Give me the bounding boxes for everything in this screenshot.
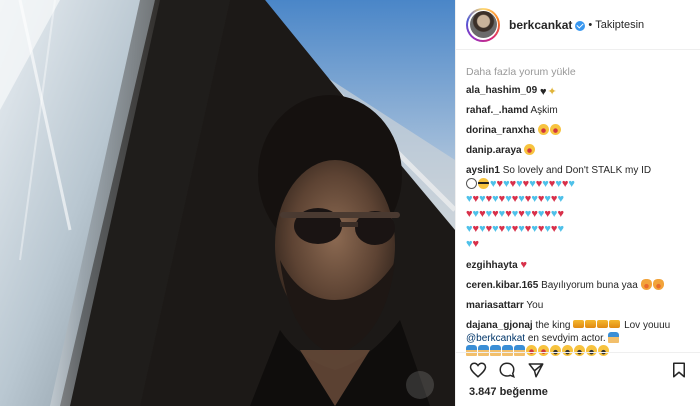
- share-icon[interactable]: [527, 361, 545, 379]
- comment-username[interactable]: mariasattarr: [466, 300, 524, 311]
- post-side-panel: berkcankat • Takiptesin Daha fazla yorum…: [455, 0, 700, 406]
- comments-list: Daha fazla yorum yükle ala_hashim_09 ♥✦ …: [466, 66, 694, 365]
- red-heart-icon: ♥: [520, 259, 527, 271]
- comment-text: You: [526, 300, 544, 311]
- avatar[interactable]: [466, 7, 500, 42]
- comment-username[interactable]: dorina_ranxha: [466, 125, 535, 136]
- black-heart-icon: ♥: [539, 86, 547, 98]
- clock-icon: [466, 178, 477, 189]
- comment: mariasattarr You: [466, 299, 694, 312]
- post-header: berkcankat • Takiptesin: [456, 0, 700, 50]
- comment: danip.araya: [466, 144, 694, 157]
- comment: ceren.kibar.165 Bayılıyorum buna yaa: [466, 279, 694, 292]
- comment-text: So lovely and Don't STALK my ID: [502, 165, 652, 176]
- comment-username[interactable]: ezgihhayta: [466, 260, 518, 271]
- crown-icon: [573, 320, 585, 328]
- crown-icon: [597, 320, 609, 328]
- comment-text: Aşkim: [530, 105, 558, 116]
- load-more-comments-link[interactable]: Daha fazla yorum yükle: [466, 66, 694, 79]
- verified-icon: [575, 20, 586, 31]
- mention-link[interactable]: @berkcankat: [466, 333, 525, 344]
- comment-username[interactable]: rahaf._.hamd: [466, 105, 528, 116]
- comment: dorina_ranxha: [466, 124, 694, 137]
- comment-text: Bayılıyorum buna yaa: [541, 280, 638, 291]
- comment-text: the king: [535, 320, 571, 331]
- cat-face-icon: [640, 279, 652, 290]
- comment-text: en sevdyim actor.: [527, 333, 606, 344]
- post-photo-image: [0, 0, 455, 406]
- post-actions-bar: 3.847 beğenme: [456, 352, 700, 406]
- heart-eyes-icon: [537, 124, 549, 135]
- cat-face-icon: [652, 279, 664, 290]
- comment: ayslin1 So lovely and Don't STALK my ID …: [466, 164, 694, 252]
- crown-icon: [609, 320, 621, 328]
- comment-username[interactable]: ayslin1: [466, 165, 500, 176]
- comment: rahaf._.hamd Aşkim: [466, 104, 694, 117]
- crown-icon: [585, 320, 597, 328]
- post-photo[interactable]: [0, 0, 455, 406]
- comment: ezgihhayta ♥: [466, 259, 694, 272]
- avatar-image: [469, 11, 497, 38]
- follow-status[interactable]: Takiptesin: [595, 19, 644, 31]
- comment: ala_hashim_09 ♥✦: [466, 84, 694, 98]
- raised-hands-icon: [608, 332, 620, 343]
- comment-username[interactable]: ala_hashim_09: [466, 85, 537, 96]
- separator-dot: •: [588, 18, 593, 31]
- bookmark-icon[interactable]: [670, 361, 688, 379]
- sparkle-icon: ✦: [547, 86, 557, 98]
- author-username[interactable]: berkcankat: [509, 18, 572, 32]
- comment-text: Lov youuu: [624, 320, 671, 331]
- comment-username[interactable]: ceren.kibar.165: [466, 280, 538, 291]
- sunglasses-face-icon: [478, 178, 489, 189]
- heart-eyes-icon: [549, 124, 561, 135]
- comment-username[interactable]: dajana_gjonaj: [466, 320, 533, 331]
- comment-username[interactable]: danip.araya: [466, 145, 522, 156]
- comment-icon[interactable]: [498, 361, 516, 379]
- like-count[interactable]: 3.847 beğenme: [469, 386, 548, 398]
- heart-eyes-icon: [524, 144, 536, 155]
- heart-icon[interactable]: [469, 361, 487, 379]
- emoji-hearts-grid: ♥♥♥♥♥♥♥♥♥♥♥♥♥ ♥♥♥♥♥♥♥♥♥♥♥♥♥♥♥ ♥♥♥♥♥♥♥♥♥♥…: [466, 178, 575, 250]
